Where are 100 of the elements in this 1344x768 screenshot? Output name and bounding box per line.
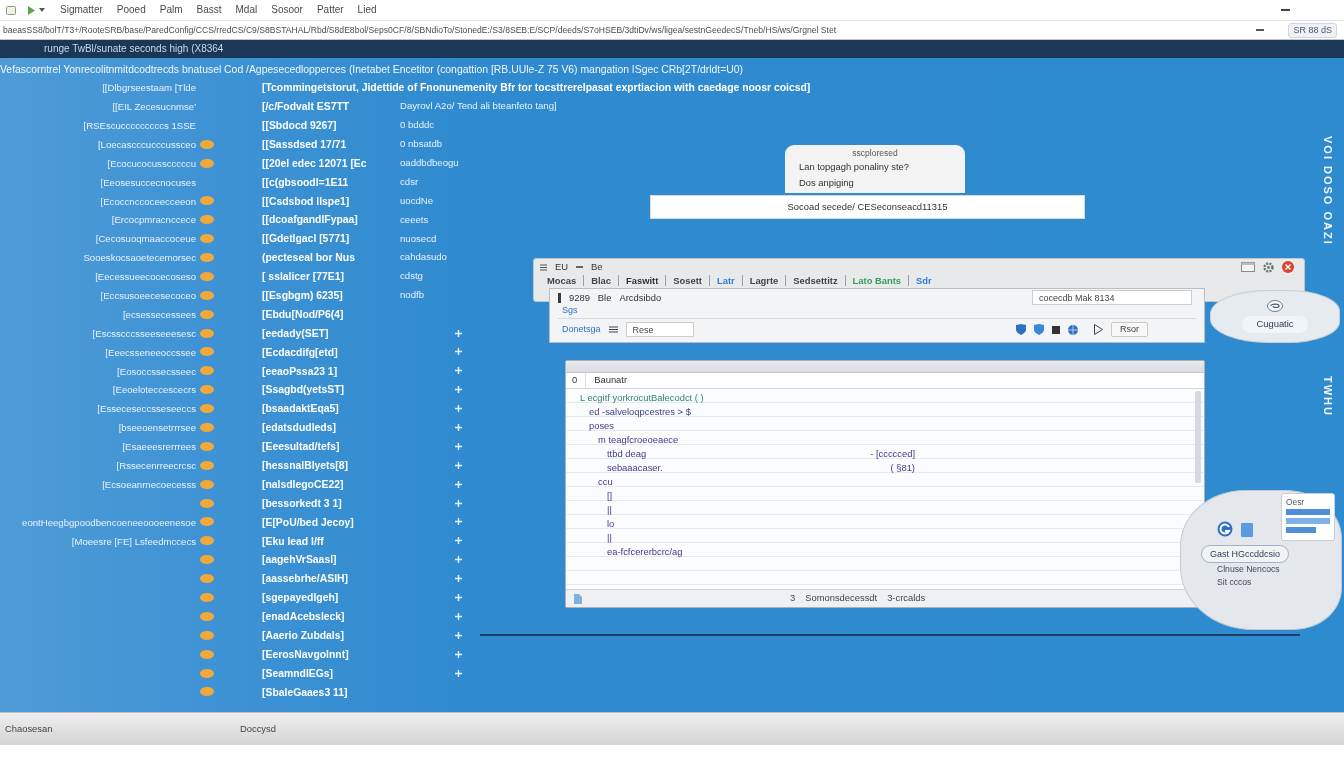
- tools-button[interactable]: SR 88 dS: [1288, 22, 1337, 38]
- file-icon: [574, 593, 582, 604]
- row-value: [[Gdetlgacl [5771]: [262, 233, 350, 245]
- menu-item[interactable]: Mdal: [228, 0, 265, 20]
- row-note: uocdNe: [400, 194, 434, 207]
- line-number: 0: [572, 373, 578, 388]
- toolbar-label: Ble: [597, 291, 612, 304]
- code-line: ea-fcfcererbcrc/ag: [607, 546, 683, 558]
- list-icon[interactable]: [608, 326, 618, 333]
- row-note: 0 nbsatdb: [400, 138, 443, 151]
- menu-icon[interactable]: [540, 263, 547, 271]
- callout-label: Cuguatic: [1242, 316, 1308, 333]
- code-line: ||: [607, 504, 612, 516]
- shield-icon[interactable]: [1034, 324, 1044, 335]
- status-text: 3-crcalds: [887, 591, 926, 606]
- callout-text: Clnuse Nencocs: [1216, 563, 1281, 576]
- callout-text: Sit cccos: [1216, 576, 1253, 589]
- triangle-icon[interactable]: [1094, 324, 1103, 335]
- row-label: [Loecascccucccussceo: [97, 138, 196, 150]
- globe-icon[interactable]: [1068, 324, 1078, 335]
- input-field[interactable]: Rese: [625, 322, 694, 337]
- row-value: [edatsdudleds]: [262, 422, 336, 434]
- window-tab[interactable]: Mocas: [540, 275, 584, 286]
- square-icon[interactable]: [1052, 325, 1060, 334]
- menu-item[interactable]: Palm: [152, 0, 190, 20]
- window-icon[interactable]: [1241, 262, 1255, 272]
- code-line: ||: [607, 532, 612, 544]
- row-value: [[20el edec 12071 [Ec: [262, 157, 367, 169]
- row-label: [Eecessueecocecoseso: [95, 271, 196, 283]
- row-label: Sooeskocsaoetecemorsec: [83, 252, 196, 264]
- window-title: Be: [591, 261, 603, 273]
- code-comment: - [ccccced]: [870, 448, 915, 460]
- dash-icon: [576, 266, 584, 268]
- row-label: [Escsscccsseeseeesesc: [92, 327, 196, 339]
- toolbar-link[interactable]: Sgs: [562, 305, 578, 316]
- row-note: nodfb: [400, 289, 424, 302]
- window-tab[interactable]: Blac: [583, 275, 618, 286]
- row-note: cahdasudo: [400, 251, 447, 264]
- row-value: [bsaadaktEqa5]: [262, 403, 339, 415]
- row-value: [[Esgbgm) 6235]: [262, 290, 343, 301]
- row-value: [[c(gbsoodl=1E11: [262, 176, 349, 188]
- toolbar-button[interactable]: Rsor: [1111, 322, 1148, 337]
- row-value: [[Sbdocd 9267]: [262, 119, 337, 131]
- row-label: [Ecsoeanrnecoecesss: [102, 478, 196, 490]
- shield-icon[interactable]: [1016, 324, 1026, 335]
- path-text: baeasSS8/bolT/T3+/RooteSRB/base/ParedConfig/CCS/rredCS/C9/S8BSTAHAL/Rbd/S8dE8bol/Seps0CF/8/SBNdioTo/StonedE:/S3/8SEB:E/SCP/deeds/S7oHSEB/3dtiDv/ws/ligea/sestnGeedecS/Tneb/HS/ws/Grgnel Stet: [3, 23, 837, 37]
- row-label: [[EIL Zecesucnmse': [112, 101, 196, 113]
- app-icon: [6, 5, 16, 15]
- row-label: [Esseceseccsseseeccs: [97, 403, 196, 415]
- row-label: eontHeegbgpoodbencoeneeoooeenesoe: [22, 516, 196, 528]
- message-text: Socoad secede/ CESeconseacd11315: [787, 199, 948, 214]
- code-line: L ecgitf yorkrocutBalecodct ( ): [580, 392, 704, 404]
- gear-icon[interactable]: [1263, 261, 1274, 273]
- window-tab[interactable]: Sedsettitz: [785, 275, 845, 286]
- row-value: [aagehVrSaasl]: [262, 554, 337, 566]
- row-note: nuosecd: [400, 232, 437, 245]
- window-tab[interactable]: Sosett: [665, 275, 709, 286]
- row-value: [Tcommingetstorut, Jidettide of Fnonunemenity Bfr tor tocsttrerelpasat exprtiacion with caedage noosr coicsd]: [262, 82, 811, 94]
- minimize-icon[interactable]: [1256, 29, 1265, 31]
- row-value: [[Csdsbod llspe1]: [262, 195, 350, 207]
- menu-item[interactable]: Basst: [189, 0, 229, 20]
- window-title: EU: [555, 261, 569, 273]
- window-tab[interactable]: Lagrte: [741, 275, 786, 286]
- row-label: [bseeoensetrrrsee: [118, 422, 196, 434]
- row-value: [Eeesultad/tefs]: [262, 441, 340, 453]
- window-tab[interactable]: Faswitt: [618, 275, 666, 286]
- row-value: [EerosNavgolnnt]: [262, 648, 349, 660]
- search-field[interactable]: cocecdb Mak 8134: [1032, 290, 1192, 305]
- row-value: [eeaoPssa23 1]: [262, 365, 338, 377]
- scrollbar[interactable]: [1195, 391, 1201, 483]
- code-comment: ( §81): [890, 462, 915, 474]
- row-note: ceeets: [400, 213, 429, 226]
- menu-item[interactable]: Pooed: [109, 0, 153, 20]
- bars-icon: [1286, 507, 1330, 533]
- row-note: cdstg: [400, 270, 423, 283]
- menu-item[interactable]: Sigmatter: [53, 0, 110, 20]
- row-value: [Aaerio Zubdals]: [262, 630, 344, 641]
- menu-item[interactable]: Sosoor: [264, 0, 310, 20]
- row-value: [ sslalicer [77E1]: [262, 271, 345, 283]
- status-text: Somonsdecessdt: [805, 591, 878, 606]
- row-label: [RSEscucccccccccs 1SSE: [83, 119, 196, 131]
- menu-item[interactable]: Patter: [309, 0, 351, 20]
- row-value: (pecteseal bor Nus: [262, 252, 355, 264]
- action-link[interactable]: Donetsga: [562, 324, 601, 335]
- code-line: []: [607, 490, 613, 502]
- code-line: ttbd deag: [607, 448, 647, 460]
- vertical-label: TWHU: [1320, 376, 1335, 417]
- callout-button[interactable]: Gast HGccddcsio: [1201, 545, 1290, 563]
- toolbar-label: Arcdsibdo: [619, 291, 662, 304]
- row-value: [E[PoU/bed Jecoy]: [262, 516, 354, 528]
- row-label: [Eosoccssecsseec: [117, 365, 196, 377]
- row-label: [Eccsusoeecesecoceo: [100, 290, 196, 301]
- close-icon[interactable]: [1282, 261, 1294, 273]
- row-label: [Ercocpmracnccece: [111, 214, 196, 226]
- menu-item[interactable]: Lied: [350, 0, 384, 20]
- code-line: sebaaacaser.: [607, 462, 663, 474]
- row-note: cdsr: [400, 175, 419, 188]
- row-value: [hessnalBlyets[8]: [262, 460, 349, 471]
- caret-icon[interactable]: [39, 8, 45, 12]
- row-value: [nalsdlegoCE22]: [262, 478, 344, 490]
